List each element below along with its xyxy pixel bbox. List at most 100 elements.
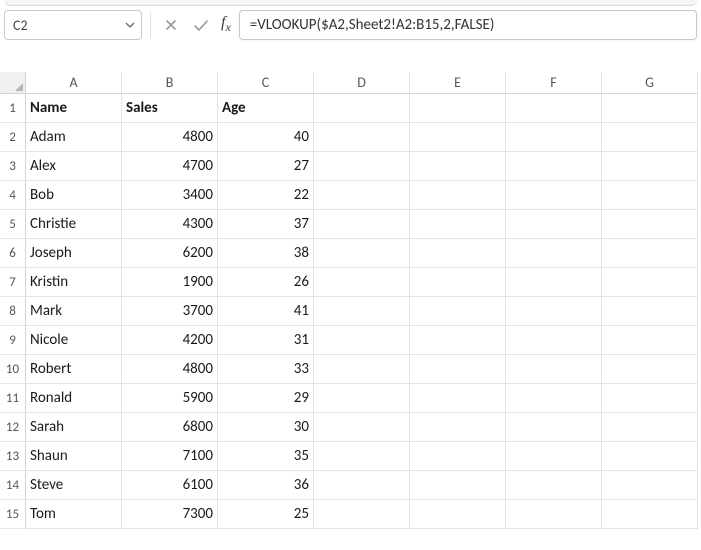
cell-E12[interactable] [410, 413, 506, 442]
cell-F13[interactable] [506, 442, 602, 471]
cell-A1[interactable]: Name [26, 94, 122, 123]
cell-E9[interactable] [410, 326, 506, 355]
row-header[interactable]: 5 [0, 210, 26, 239]
cell-A11[interactable]: Ronald [26, 384, 122, 413]
col-header-E[interactable]: E [410, 72, 506, 94]
row-header[interactable]: 4 [0, 181, 26, 210]
cell-A14[interactable]: Steve [26, 471, 122, 500]
cell-F15[interactable] [506, 500, 602, 529]
cell-C10[interactable]: 33 [218, 355, 314, 384]
cell-C8[interactable]: 41 [218, 297, 314, 326]
cell-C11[interactable]: 29 [218, 384, 314, 413]
cell-G11[interactable] [602, 384, 698, 413]
row-header[interactable]: 9 [0, 326, 26, 355]
cell-D2[interactable] [314, 123, 410, 152]
cell-D5[interactable] [314, 210, 410, 239]
cell-E10[interactable] [410, 355, 506, 384]
row-header[interactable]: 2 [0, 123, 26, 152]
cell-D11[interactable] [314, 384, 410, 413]
cell-B9[interactable]: 4200 [122, 326, 218, 355]
chevron-down-icon[interactable] [125, 20, 135, 30]
cancel-icon[interactable] [159, 13, 183, 37]
cell-B13[interactable]: 7100 [122, 442, 218, 471]
cell-C3[interactable]: 27 [218, 152, 314, 181]
cell-B3[interactable]: 4700 [122, 152, 218, 181]
cell-E15[interactable] [410, 500, 506, 529]
col-header-D[interactable]: D [314, 72, 410, 94]
cell-C4[interactable]: 22 [218, 181, 314, 210]
cell-G8[interactable] [602, 297, 698, 326]
cell-D1[interactable] [314, 94, 410, 123]
cell-E6[interactable] [410, 239, 506, 268]
row-header[interactable]: 1 [0, 94, 26, 123]
col-header-C[interactable]: C [218, 72, 314, 94]
select-all-corner[interactable] [0, 72, 26, 94]
cell-G7[interactable] [602, 268, 698, 297]
cell-B2[interactable]: 4800 [122, 123, 218, 152]
cell-D10[interactable] [314, 355, 410, 384]
cell-E3[interactable] [410, 152, 506, 181]
row-header[interactable]: 14 [0, 471, 26, 500]
row-header[interactable]: 7 [0, 268, 26, 297]
cell-B15[interactable]: 7300 [122, 500, 218, 529]
cell-E5[interactable] [410, 210, 506, 239]
cell-D4[interactable] [314, 181, 410, 210]
cell-C1[interactable]: Age [218, 94, 314, 123]
cell-A4[interactable]: Bob [26, 181, 122, 210]
cell-E2[interactable] [410, 123, 506, 152]
cell-D6[interactable] [314, 239, 410, 268]
cell-A9[interactable]: Nicole [26, 326, 122, 355]
cell-C15[interactable]: 25 [218, 500, 314, 529]
cell-F8[interactable] [506, 297, 602, 326]
cell-B10[interactable]: 4800 [122, 355, 218, 384]
row-header[interactable]: 11 [0, 384, 26, 413]
cell-G3[interactable] [602, 152, 698, 181]
cell-G6[interactable] [602, 239, 698, 268]
cell-D15[interactable] [314, 500, 410, 529]
cell-C12[interactable]: 30 [218, 413, 314, 442]
cell-G4[interactable] [602, 181, 698, 210]
cell-B12[interactable]: 6800 [122, 413, 218, 442]
cell-D7[interactable] [314, 268, 410, 297]
cell-C14[interactable]: 36 [218, 471, 314, 500]
col-header-B[interactable]: B [122, 72, 218, 94]
cell-D3[interactable] [314, 152, 410, 181]
cell-F12[interactable] [506, 413, 602, 442]
cell-E14[interactable] [410, 471, 506, 500]
row-header[interactable]: 13 [0, 442, 26, 471]
cell-F10[interactable] [506, 355, 602, 384]
cell-F6[interactable] [506, 239, 602, 268]
cell-C6[interactable]: 38 [218, 239, 314, 268]
formula-input[interactable]: =VLOOKUP($A2,Sheet2!A2:B15,2,FALSE) [239, 10, 697, 40]
cell-G10[interactable] [602, 355, 698, 384]
row-header[interactable]: 12 [0, 413, 26, 442]
cell-F4[interactable] [506, 181, 602, 210]
cell-A13[interactable]: Shaun [26, 442, 122, 471]
cell-G1[interactable] [602, 94, 698, 123]
cell-G15[interactable] [602, 500, 698, 529]
cell-E4[interactable] [410, 181, 506, 210]
cell-B1[interactable]: Sales [122, 94, 218, 123]
cell-D8[interactable] [314, 297, 410, 326]
row-header[interactable]: 3 [0, 152, 26, 181]
cell-A8[interactable]: Mark [26, 297, 122, 326]
cell-D12[interactable] [314, 413, 410, 442]
row-header[interactable]: 15 [0, 500, 26, 529]
col-header-G[interactable]: G [602, 72, 698, 94]
cell-A5[interactable]: Christie [26, 210, 122, 239]
cell-G12[interactable] [602, 413, 698, 442]
cell-B5[interactable]: 4300 [122, 210, 218, 239]
cell-C13[interactable]: 35 [218, 442, 314, 471]
cell-A10[interactable]: Robert [26, 355, 122, 384]
col-header-F[interactable]: F [506, 72, 602, 94]
cell-F14[interactable] [506, 471, 602, 500]
cell-E7[interactable] [410, 268, 506, 297]
cell-D13[interactable] [314, 442, 410, 471]
cell-A3[interactable]: Alex [26, 152, 122, 181]
cell-B8[interactable]: 3700 [122, 297, 218, 326]
cell-B6[interactable]: 6200 [122, 239, 218, 268]
cell-G5[interactable] [602, 210, 698, 239]
cell-B7[interactable]: 1900 [122, 268, 218, 297]
row-header[interactable]: 10 [0, 355, 26, 384]
cell-F5[interactable] [506, 210, 602, 239]
